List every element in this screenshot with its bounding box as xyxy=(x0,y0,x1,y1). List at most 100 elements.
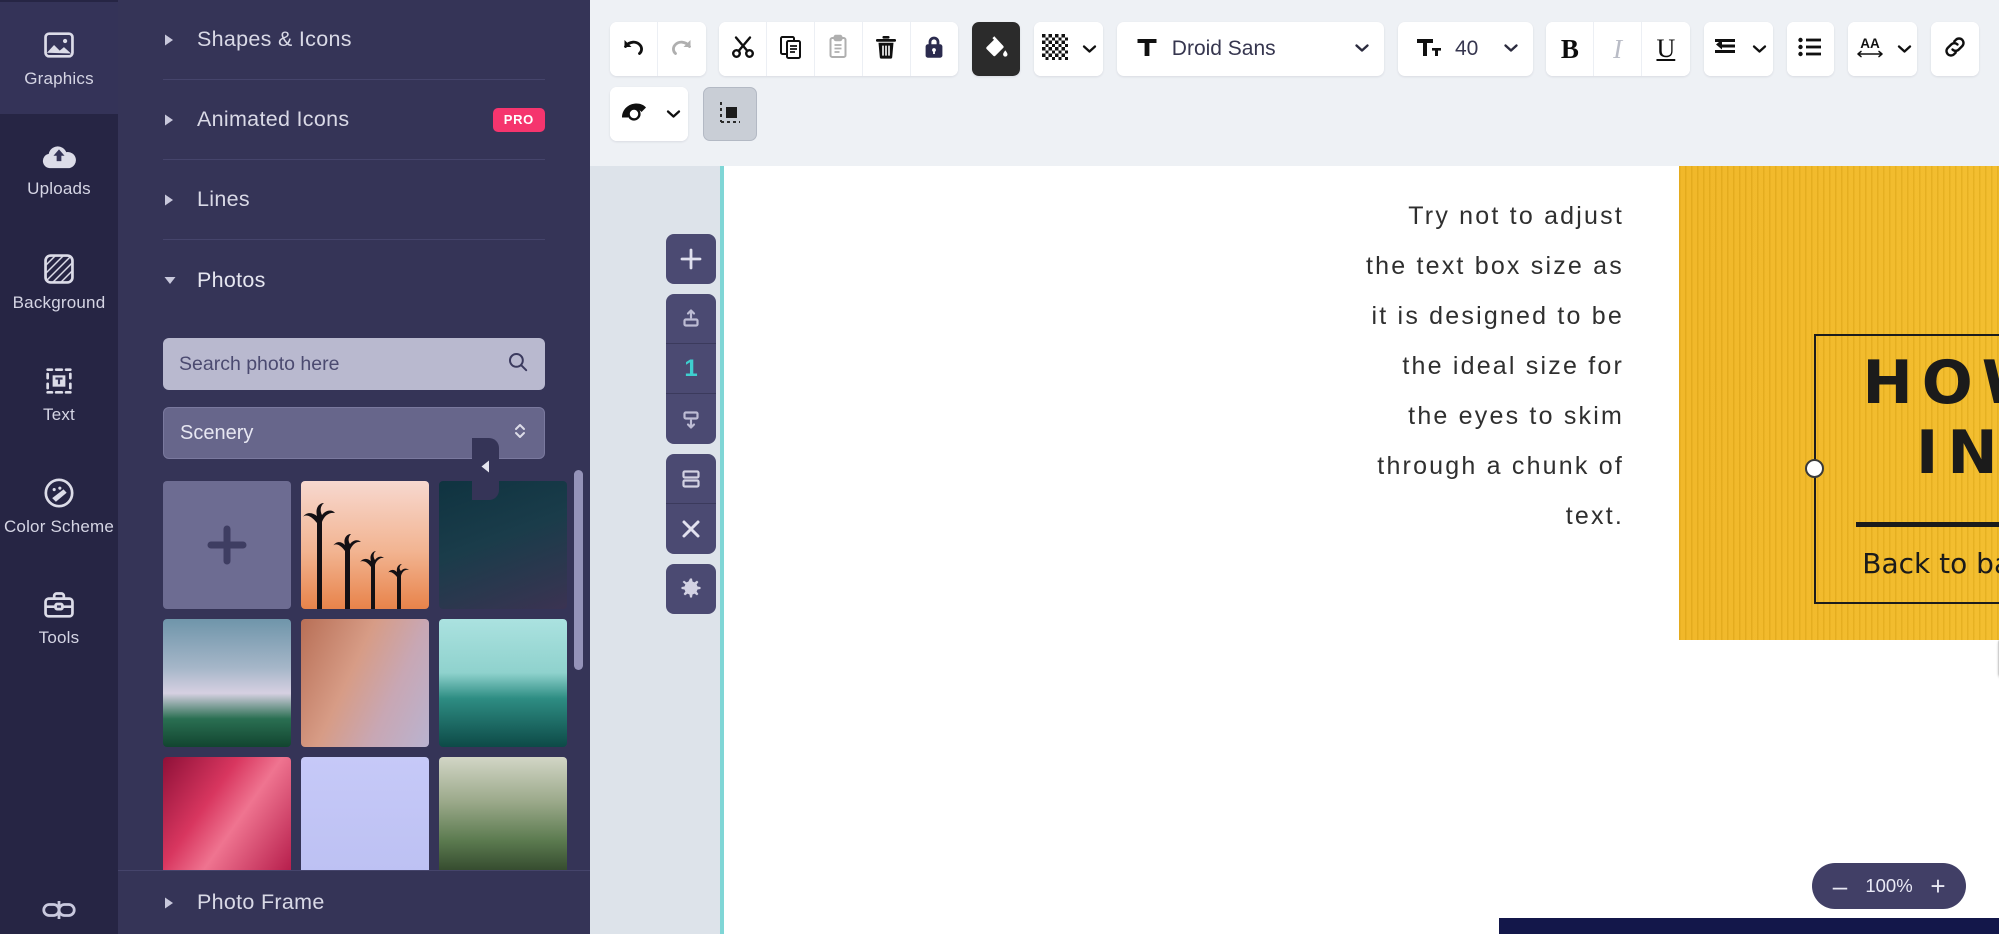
rail-item-label: Text xyxy=(43,405,75,424)
canvas-left-paragraph[interactable]: Try not to adjust the text box size as i… xyxy=(1359,191,1624,541)
position-button[interactable] xyxy=(703,87,757,141)
page-settings-button[interactable] xyxy=(666,564,716,614)
scissors-icon xyxy=(730,34,756,65)
banner-subtitle: Back to basics: Subtitle should be short… xyxy=(1816,540,1999,588)
move-page-down-button[interactable] xyxy=(666,394,716,444)
duplicate-page-button[interactable] xyxy=(666,454,716,504)
panel-section-label: Lines xyxy=(197,187,250,212)
photo-lavender-plain[interactable] xyxy=(301,757,429,885)
panel-section-photo-frame[interactable]: Photo Frame xyxy=(163,871,545,934)
checker-icon xyxy=(1042,34,1068,65)
curve-text-button[interactable] xyxy=(610,87,658,141)
selected-text-box[interactable]: HOW TO CREATE INFOGRAPHIC Back to basics… xyxy=(1814,334,1999,604)
chevron-down-icon xyxy=(1354,40,1370,58)
panel-section-photos[interactable]: Photos xyxy=(163,240,545,320)
photo-night-sky[interactable] xyxy=(439,481,567,609)
copy-button[interactable] xyxy=(767,22,815,76)
search-input[interactable] xyxy=(179,353,507,376)
fill-color-button[interactable] xyxy=(972,22,1020,76)
photo-st-johns-bridge[interactable] xyxy=(439,757,567,885)
underline-icon: U xyxy=(1656,34,1675,64)
link-icon[interactable] xyxy=(41,897,77,928)
app-root: Graphics Uploads xyxy=(0,0,1999,934)
panel-section-label: Photos xyxy=(197,268,266,293)
panel-scrollbar[interactable] xyxy=(574,470,583,670)
paste-button[interactable] xyxy=(815,22,863,76)
rail-item-uploads[interactable]: Uploads xyxy=(0,114,118,226)
banner-title-line1: HOW TO CREATE xyxy=(1816,348,1999,418)
text-align-button[interactable] xyxy=(1704,22,1746,76)
move-page-up-button[interactable] xyxy=(666,294,716,344)
transparency-group xyxy=(1034,22,1103,76)
panel-footer: Photo Frame xyxy=(118,870,590,934)
zoom-in-button[interactable]: + xyxy=(1918,863,1958,909)
cut-button[interactable] xyxy=(719,22,767,76)
toolbar-row-primary: Droid Sans 40 xyxy=(610,22,1979,76)
rail-item-graphics[interactable]: Graphics xyxy=(0,2,118,114)
panel-section-label: Animated Icons xyxy=(197,107,349,132)
lock-button[interactable] xyxy=(911,22,959,76)
font-family-select[interactable]: Droid Sans xyxy=(1117,22,1384,76)
clipboard-group xyxy=(719,22,958,76)
photo-misty-forest[interactable] xyxy=(163,619,291,747)
photo-teal-mountains[interactable] xyxy=(439,619,567,747)
position-icon xyxy=(717,99,743,130)
panel-section-animated-icons[interactable]: Animated Icons PRO xyxy=(163,80,545,160)
pro-badge: PRO xyxy=(493,108,545,132)
font-size-select[interactable]: 40 xyxy=(1398,22,1533,76)
rail-item-tools[interactable]: Tools xyxy=(0,562,118,674)
align-dropdown-caret[interactable] xyxy=(1746,22,1773,76)
photo-palm-trees-sunset[interactable] xyxy=(301,481,429,609)
banner-title-rule xyxy=(1856,522,1999,527)
panel-collapse-button[interactable] xyxy=(472,438,499,500)
undo-button[interactable] xyxy=(610,22,658,76)
banner-title-line2: INFOGRAPHIC xyxy=(1816,418,1999,488)
curve-dropdown-caret[interactable] xyxy=(658,87,688,141)
rail-item-label: Background xyxy=(13,293,106,312)
letter-spacing-button[interactable]: AA xyxy=(1848,22,1890,76)
resize-handle-left[interactable] xyxy=(1805,459,1824,478)
link-button[interactable] xyxy=(1931,22,1979,76)
delete-page-button[interactable] xyxy=(666,504,716,554)
rail-item-color-scheme[interactable]: Color Scheme xyxy=(0,450,118,562)
panel-section-lines[interactable]: Lines xyxy=(163,160,545,240)
left-panel: Shapes & Icons Animated Icons PRO Lines xyxy=(118,0,590,934)
font-family-value: Droid Sans xyxy=(1172,37,1341,61)
editor-toolbar: Droid Sans 40 xyxy=(590,0,1999,166)
font-size-value: 40 xyxy=(1455,37,1490,61)
chevron-right-icon xyxy=(163,33,175,47)
canvas-navy-section[interactable]: Generally, an introduction paragraph wor… xyxy=(1499,918,1999,934)
photo-canyon-waves[interactable] xyxy=(301,619,429,747)
image-icon xyxy=(42,28,76,62)
panel-section-shapes-icons[interactable]: Shapes & Icons xyxy=(163,0,545,80)
bold-button[interactable]: B xyxy=(1546,22,1594,76)
trash-icon xyxy=(873,34,899,65)
add-page-button[interactable] xyxy=(666,234,716,284)
page-action-stack xyxy=(666,454,716,554)
add-photo-tile[interactable] xyxy=(163,481,291,609)
align-group xyxy=(1704,22,1773,76)
text-box-icon xyxy=(42,364,76,398)
transparency-dropdown-caret[interactable] xyxy=(1076,22,1103,76)
clipboard-icon xyxy=(825,34,851,65)
photo-thumbnail-grid xyxy=(163,481,545,885)
search-icon[interactable] xyxy=(507,351,529,378)
photo-red-silk[interactable] xyxy=(163,757,291,885)
chevron-down-icon xyxy=(163,273,175,287)
cloud-upload-icon xyxy=(41,142,77,172)
underline-button[interactable]: U xyxy=(1642,22,1690,76)
history-group xyxy=(610,22,706,76)
transparency-button[interactable] xyxy=(1034,22,1076,76)
rail-item-label: Graphics xyxy=(24,69,94,88)
delete-button[interactable] xyxy=(863,22,911,76)
zoom-out-button[interactable]: – xyxy=(1820,863,1860,909)
italic-button[interactable]: I xyxy=(1594,22,1642,76)
bullet-list-button[interactable] xyxy=(1787,22,1835,76)
rail-item-text[interactable]: Text xyxy=(0,338,118,450)
rail-item-background[interactable]: Background xyxy=(0,226,118,338)
search-photo-field[interactable] xyxy=(163,338,545,390)
design-canvas[interactable]: Try not to adjust the text box size as i… xyxy=(724,166,1999,934)
redo-button[interactable] xyxy=(658,22,706,76)
italic-icon: I xyxy=(1613,34,1622,65)
letter-spacing-dropdown-caret[interactable] xyxy=(1891,22,1918,76)
